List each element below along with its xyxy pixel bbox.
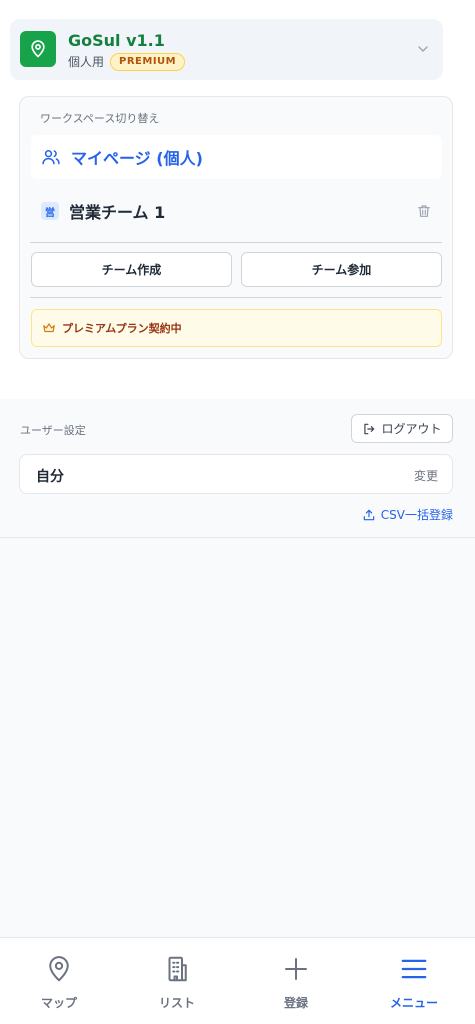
- workspace-section: GoSul v1.1 個人用 PREMIUM ワークスペース切り替え マイページ…: [0, 0, 475, 399]
- map-pin-icon: [49, 956, 69, 982]
- nav-label: リスト: [158, 996, 195, 1010]
- users-icon: [42, 150, 60, 165]
- app-subtitle: 個人用 PREMIUM: [68, 53, 186, 71]
- divider: [30, 242, 442, 243]
- crown-icon: [43, 323, 55, 333]
- logout-icon: [364, 423, 375, 434]
- csv-import-label: CSV一括登録: [380, 508, 453, 522]
- user-settings-caption: ユーザー設定: [20, 424, 86, 437]
- menu-screen: GoSul v1.1 個人用 PREMIUM ワークスペース切り替え マイページ…: [0, 0, 475, 1024]
- building-icon: [168, 956, 187, 982]
- nav-label: マップ: [40, 996, 77, 1010]
- map-pin-icon: [31, 40, 45, 58]
- plus-icon: [285, 958, 307, 980]
- premium-contract-label: プレミアムプラン契約中: [62, 322, 182, 335]
- app-title: GoSul v1.1: [68, 31, 165, 50]
- upload-icon: [363, 509, 375, 520]
- join-team-button[interactable]: チーム参加: [241, 252, 442, 287]
- workspace-caption: ワークスペース切り替え: [40, 112, 160, 125]
- premium-badge: PREMIUM: [110, 53, 186, 71]
- nav-item-map[interactable]: マップ: [0, 938, 118, 1024]
- user-name: 自分: [36, 469, 64, 485]
- chevron-down-icon[interactable]: [415, 41, 431, 57]
- workspace-item-team[interactable]: 営 営業チーム 1: [31, 189, 442, 233]
- nav-item-list[interactable]: リスト: [118, 938, 236, 1024]
- premium-contract-banner: プレミアムプラン契約中: [31, 309, 442, 347]
- csv-import-link[interactable]: CSV一括登録: [362, 506, 453, 523]
- nav-label: 登録: [283, 996, 308, 1010]
- nav-label: メニュー: [389, 996, 438, 1010]
- divider: [30, 297, 442, 298]
- trash-icon[interactable]: [416, 203, 432, 219]
- workspace-item-personal[interactable]: マイページ (個人): [31, 135, 442, 179]
- user-settings-section: ユーザー設定 ログアウト 自分 変更 CSV一括登録: [0, 399, 475, 538]
- plan-type: 個人用: [68, 55, 105, 69]
- logout-label: ログアウト: [381, 422, 442, 436]
- workspace-panel: ワークスペース切り替え マイページ (個人) 営 営業チーム 1 チーム作成 チ…: [19, 96, 453, 359]
- nav-item-menu[interactable]: メニュー: [355, 938, 473, 1024]
- create-team-button[interactable]: チーム作成: [31, 252, 232, 287]
- team-badge: 営: [41, 202, 59, 220]
- user-name-row: 自分 変更: [19, 454, 453, 494]
- nav-item-register[interactable]: 登録: [237, 938, 355, 1024]
- change-name-link[interactable]: 変更: [414, 467, 438, 484]
- workspace-personal-label: マイページ (個人): [71, 149, 203, 168]
- logout-button[interactable]: ログアウト: [351, 414, 453, 443]
- app-switcher[interactable]: GoSul v1.1 個人用 PREMIUM: [10, 19, 443, 80]
- workspace-team-label: 営業チーム 1: [69, 203, 166, 222]
- app-logo: [20, 31, 56, 67]
- bottom-navigation: マップ リスト 登録 メニュー: [0, 937, 475, 1024]
- menu-icon: [401, 959, 427, 979]
